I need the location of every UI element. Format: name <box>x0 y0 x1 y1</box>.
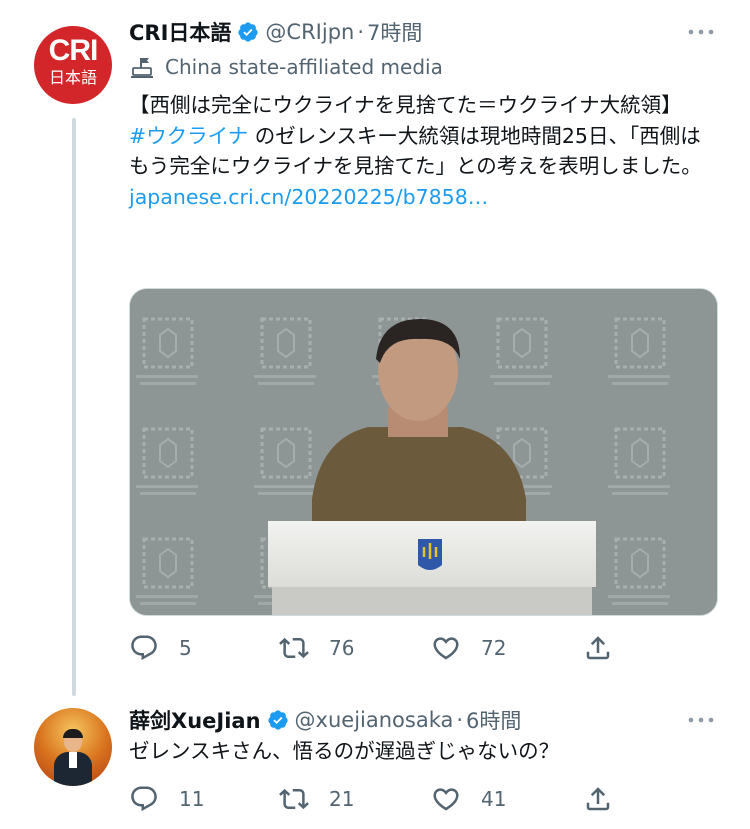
state-media-label[interactable]: China state-affiliated media <box>129 52 443 82</box>
reply-icon <box>131 635 157 661</box>
separator: · <box>357 20 365 44</box>
tweet-text: 【西側は完全にウクライナを見捨てた＝ウクライナ大統領】 #ウクライナ のゼレンス… <box>129 90 719 212</box>
state-media-icon <box>131 58 153 78</box>
retweet-count: 76 <box>329 636 355 660</box>
avatar-logo-text: CRI <box>48 34 99 67</box>
reply-count: 11 <box>179 787 205 811</box>
like-button[interactable]: 41 <box>431 779 506 819</box>
like-button[interactable]: 72 <box>431 628 506 668</box>
verified-badge-icon <box>267 710 288 730</box>
retweet-button[interactable]: 21 <box>279 779 354 819</box>
retweet-count: 21 <box>329 787 355 811</box>
tweet-actions: 11 21 41 <box>129 779 649 819</box>
tweet-header: 薛剑XueJian @xuejianosaka · 6時間 <box>129 703 521 737</box>
reply-button[interactable]: 11 <box>129 779 204 819</box>
author-name[interactable]: 薛剑XueJian <box>129 705 261 735</box>
share-button[interactable] <box>583 628 633 668</box>
state-media-label-text: China state-affiliated media <box>165 55 443 79</box>
retweet-icon <box>279 788 309 810</box>
more-icon[interactable] <box>686 22 716 42</box>
author-handle[interactable]: @CRIjpn <box>265 20 354 44</box>
share-button[interactable] <box>583 779 633 819</box>
like-icon <box>433 637 459 660</box>
tweet-media[interactable] <box>129 288 718 616</box>
thread-connector-line <box>72 118 76 696</box>
timestamp[interactable]: 7時間 <box>367 17 422 47</box>
tweet-text: ゼレンスキさん、悟るのが遅過ぎじゃないの？ <box>129 739 560 763</box>
more-icon[interactable] <box>686 710 716 730</box>
like-icon <box>433 788 459 811</box>
reply-button[interactable]: 5 <box>129 628 192 668</box>
retweet-icon <box>279 637 309 659</box>
hashtag-link[interactable]: #ウクライナ <box>129 124 248 148</box>
verified-badge-icon <box>238 22 259 42</box>
avatar-sub-text: 日本語 <box>48 68 97 87</box>
tweet-body: #ウクライナ のゼレンスキー大統領は現地時間25日、「西側はもう完全にウクライナ… <box>129 121 719 182</box>
avatar[interactable] <box>34 708 112 786</box>
timestamp[interactable]: 6時間 <box>466 705 521 735</box>
avatar[interactable]: CRI 日本語 <box>34 26 112 104</box>
share-icon <box>586 636 610 660</box>
tweet-header: CRI日本語 @CRIjpn · 7時間 <box>129 15 422 49</box>
author-name[interactable]: CRI日本語 <box>129 17 231 47</box>
tweet-actions: 5 76 72 <box>129 628 649 668</box>
like-count: 72 <box>481 636 507 660</box>
zelensky-photo <box>130 289 717 615</box>
article-link[interactable]: japanese.cri.cn/20220225/b7858… <box>129 185 488 209</box>
reply-count: 5 <box>179 636 192 660</box>
share-icon <box>586 787 610 811</box>
tweet-headline: 【西側は完全にウクライナを見捨てた＝ウクライナ大統領】 <box>129 93 682 117</box>
like-count: 41 <box>481 787 507 811</box>
author-handle[interactable]: @xuejianosaka <box>295 708 454 732</box>
separator: · <box>456 708 464 732</box>
reply-icon <box>131 786 157 812</box>
retweet-button[interactable]: 76 <box>279 628 354 668</box>
